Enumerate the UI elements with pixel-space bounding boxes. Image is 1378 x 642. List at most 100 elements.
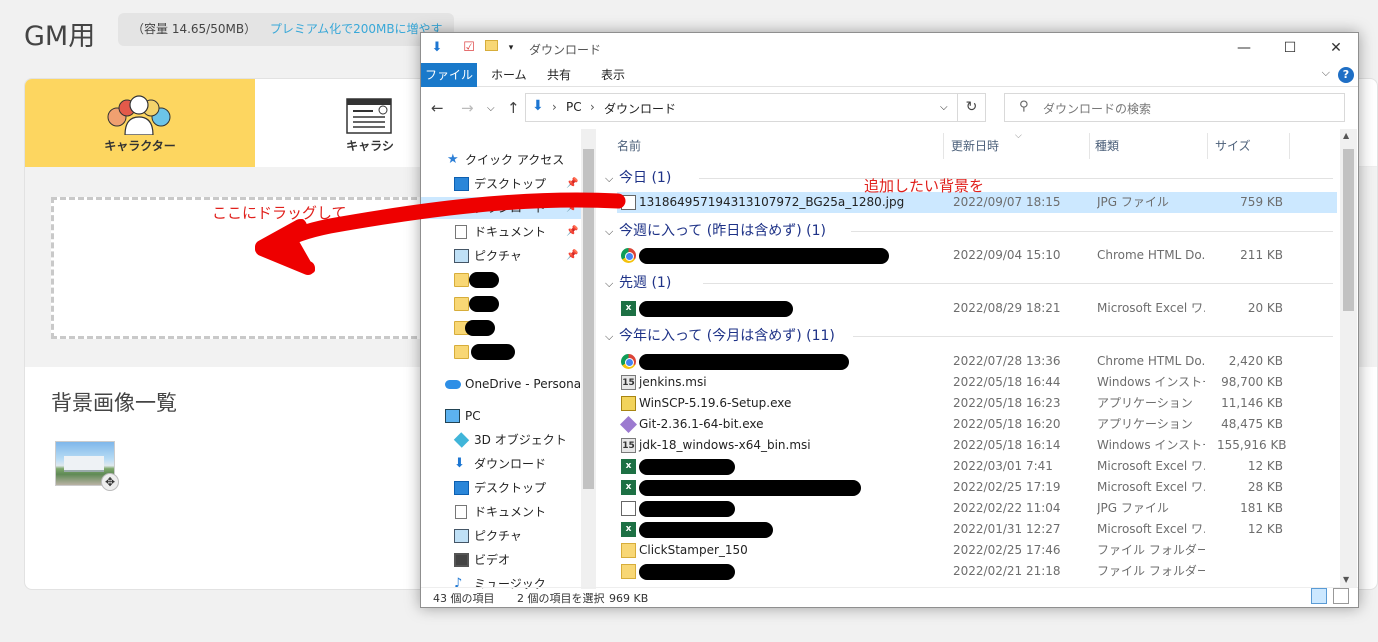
large-icons-view-icon[interactable] (1333, 588, 1349, 604)
back-icon[interactable]: ← (431, 99, 444, 117)
redaction (639, 354, 849, 370)
folder-icon (621, 564, 636, 579)
nav-scrollbar[interactable] (581, 129, 596, 589)
move-icon[interactable]: ✥ (101, 473, 119, 491)
properties-icon[interactable]: ☑ (461, 40, 477, 56)
file-type: Microsoft Excel ワ... (1097, 301, 1205, 315)
group-header-today[interactable]: ⌵ 今日 (1) (605, 167, 671, 189)
file-name: jenkins.msi (639, 375, 707, 389)
nav-desktop[interactable]: デスクトップ (421, 477, 595, 499)
group-header-this-week[interactable]: ⌵ 今週に入って (昨日は含めず) (1) (605, 220, 826, 242)
navigation-pane: ★ クイック アクセス デスクトップ 📌 ⬇ ダウンロード 📌 ドキュメント 📌… (421, 129, 595, 589)
file-date: 2022/09/04 15:10 (953, 248, 1061, 262)
nav-documents[interactable]: ドキュメント (421, 501, 595, 523)
ribbon-tab-home[interactable]: ホーム (479, 63, 539, 87)
desktop-icon (454, 177, 469, 191)
nav-pictures[interactable]: ピクチャ (421, 525, 595, 547)
redaction (639, 564, 735, 580)
document-icon (455, 225, 467, 239)
file-list-scrollbar[interactable]: ▲ ▼ (1340, 129, 1357, 587)
premium-upgrade-link[interactable]: プレミアム化で200MBに増やす (270, 22, 443, 36)
column-date[interactable]: 更新日時 (951, 129, 999, 163)
music-icon: ♪ (454, 576, 463, 589)
file-row-redacted[interactable]: 2022/09/04 15:10 Chrome HTML Do... 211 K… (617, 245, 1337, 266)
minimize-button[interactable]: — (1221, 33, 1267, 63)
file-row-redacted[interactable]: x 2022/08/29 18:21 Microsoft Excel ワ... … (617, 298, 1337, 319)
ribbon-tab-view[interactable]: 表示 (589, 63, 637, 87)
address-dropdown-icon[interactable]: ⌵ (940, 102, 948, 113)
group-header-this-year[interactable]: ⌵ 今年に入って (今月は含めず) (11) (605, 325, 835, 347)
nav-label: デスクトップ (474, 177, 547, 191)
group-label: 今日 (1) (619, 170, 672, 186)
maximize-button[interactable]: ☐ (1267, 33, 1313, 63)
quick-access-dropdown-icon[interactable]: ▾ (503, 40, 519, 56)
chrome-icon (621, 354, 636, 369)
file-row[interactable]: Git-2.36.1-64-bit.exe 2022/05/18 16:20 ア… (617, 414, 1337, 435)
file-row-redacted[interactable]: x 2022/01/31 12:27 Microsoft Excel ワ... … (617, 519, 1337, 540)
file-row[interactable]: 15 jdk-18_windows-x64_bin.msi 2022/05/18… (617, 435, 1337, 456)
file-row-redacted[interactable]: 2022/07/28 13:36 Chrome HTML Do... 2,420… (617, 351, 1337, 372)
nav-documents-pinned[interactable]: ドキュメント 📌 (421, 221, 595, 243)
redaction (639, 301, 793, 317)
nav-pictures-pinned[interactable]: ピクチャ 📌 (421, 245, 595, 267)
new-folder-icon[interactable] (483, 40, 499, 56)
selection-size: 969 KB (609, 592, 649, 605)
file-date: 2022/05/18 16:20 (953, 417, 1061, 431)
file-explorer-window: ⬇ ☑ ▾ ダウンロード — ☐ ✕ ファイル ホーム 共有 表示 ⌵ ? ← … (420, 32, 1359, 608)
capacity-text: （容量 14.65/50MB） (132, 22, 257, 36)
nav-3d-objects[interactable]: 3D オブジェクト (421, 429, 595, 451)
file-row[interactable]: 15 jenkins.msi 2022/05/18 16:44 Windows … (617, 372, 1337, 393)
breadcrumb-separator: › (552, 100, 557, 114)
nav-pc[interactable]: PC (421, 405, 595, 427)
column-name[interactable]: 名前 (617, 129, 641, 163)
file-row-redacted[interactable]: x 2022/02/25 17:19 Microsoft Excel ワ... … (617, 477, 1337, 498)
breadcrumb-separator: › (590, 100, 595, 114)
excel-icon: x (621, 301, 636, 316)
refresh-button[interactable]: ↻ (958, 93, 986, 122)
nav-redacted-folder[interactable] (421, 317, 595, 339)
column-type[interactable]: 種類 (1095, 129, 1119, 163)
breadcrumb-downloads[interactable]: ダウンロード (604, 100, 676, 117)
scroll-up-icon[interactable]: ▲ (1343, 131, 1349, 140)
capacity-info: （容量 14.65/50MB） プレミアム化で200MBに増やす (118, 13, 454, 46)
address-field[interactable]: ⬇ › PC › ダウンロード ⌵ (525, 93, 958, 122)
recent-dropdown-icon[interactable]: ⌵ (487, 103, 495, 114)
nav-videos[interactable]: ビデオ (421, 549, 595, 571)
ribbon-expand-icon[interactable]: ⌵ (1322, 66, 1330, 80)
nav-desktop-pinned[interactable]: デスクトップ 📌 (421, 173, 595, 195)
nav-redacted-folder[interactable] (421, 293, 595, 315)
close-button[interactable]: ✕ (1313, 33, 1358, 63)
file-type: JPG ファイル (1097, 195, 1169, 209)
column-size[interactable]: サイズ (1215, 129, 1251, 163)
forward-icon[interactable]: → (461, 99, 474, 117)
video-icon (454, 553, 469, 567)
ribbon-tab-file[interactable]: ファイル (421, 63, 477, 87)
search-field[interactable]: ⚲ ダウンロードの検索 (1004, 93, 1345, 122)
ribbon-tab-share[interactable]: 共有 (535, 63, 583, 87)
nav-redacted-folder[interactable] (421, 341, 595, 363)
file-row-redacted[interactable]: x 2022/03/01 7:41 Microsoft Excel ワ... 1… (617, 456, 1337, 477)
nav-label: ドキュメント (474, 225, 547, 239)
file-type: アプリケーション (1097, 417, 1193, 431)
download-icon: ⬇ (454, 200, 465, 215)
up-icon[interactable]: ↑ (507, 99, 520, 117)
msi-icon: 15 (621, 438, 636, 453)
file-row[interactable]: ClickStamper_150 2022/02/25 17:46 ファイル フ… (617, 540, 1337, 561)
nav-onedrive[interactable]: OneDrive - Personal (421, 373, 595, 395)
help-icon[interactable]: ? (1338, 67, 1354, 83)
file-row-redacted[interactable]: 2022/02/21 21:18 ファイル フォルダー (617, 561, 1337, 582)
nav-downloads-pinned[interactable]: ⬇ ダウンロード 📌 (421, 197, 595, 219)
document-icon (455, 505, 467, 519)
scroll-down-icon[interactable]: ▼ (1343, 575, 1349, 584)
breadcrumb-pc[interactable]: PC (566, 100, 582, 114)
folder-icon (454, 345, 469, 359)
file-row[interactable]: WinSCP-5.19.6-Setup.exe 2022/05/18 16:23… (617, 393, 1337, 414)
nav-downloads[interactable]: ⬇ ダウンロード (421, 453, 595, 475)
details-view-icon[interactable] (1311, 588, 1327, 604)
scrollbar-thumb[interactable] (1343, 149, 1354, 311)
group-header-last-week[interactable]: ⌵ 先週 (1) (605, 272, 671, 294)
nav-quick-access[interactable]: ★ クイック アクセス (421, 149, 595, 171)
nav-redacted-folder[interactable] (421, 269, 595, 291)
tab-character[interactable]: キャラクター (25, 79, 255, 167)
file-row-redacted[interactable]: 2022/02/22 11:04 JPG ファイル 181 KB (617, 498, 1337, 519)
